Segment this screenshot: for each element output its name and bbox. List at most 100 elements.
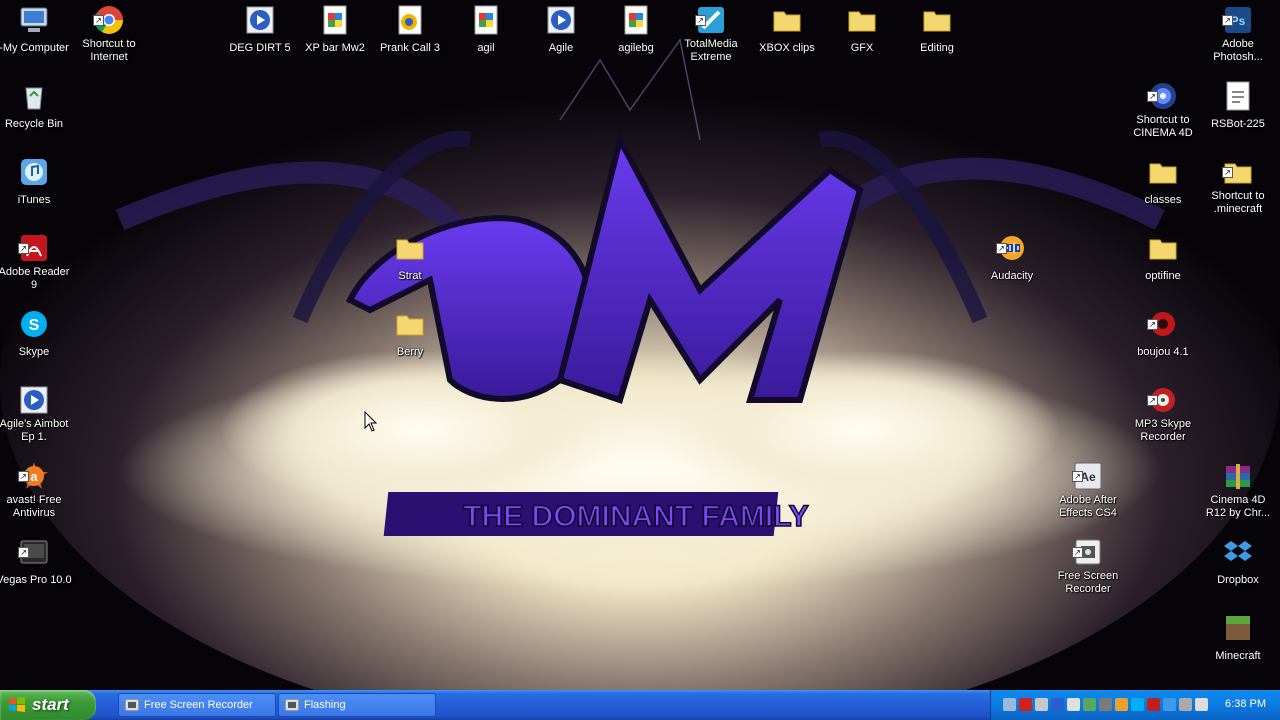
tray-security-icon[interactable] [1179,698,1192,711]
taskbar-button-free-screen-recorder[interactable]: Free Screen Recorder [118,693,276,717]
desktop-icon-label: Agile [548,42,574,54]
taskbar-button-label: Flashing [304,699,346,711]
taskbar-button-label: Free Screen Recorder [144,699,253,711]
media-player-icon [547,6,575,34]
desktop-icon-label: DEG DIRT 5 [229,42,291,54]
dropbox-icon [1224,541,1252,561]
desktop-icon-label: MP3 Skype Recorder [1134,418,1192,443]
tray-update-icon[interactable] [1083,698,1096,711]
start-button[interactable]: start [0,690,96,720]
tray-adobe-icon[interactable] [1019,698,1032,711]
shortcut-arrow-icon: ↗ [1147,319,1158,330]
desktop-icon-label: Skype [18,346,50,358]
desktop-icon-label: Berry [396,346,424,358]
shortcut-arrow-icon: ↗ [695,15,706,26]
desktop-icon-classes[interactable]: classes [1125,156,1201,208]
desktop-icon-label: Shortcut to CINEMA 4D [1133,114,1193,139]
tray-display-icon[interactable] [1067,698,1080,711]
desktop-icon-label: iTunes [17,194,51,206]
desktop-icon-xbox-clips[interactable]: XBOX clips [749,4,825,56]
taskbar-button-flashing[interactable]: Flashing [278,693,436,717]
desktop-icon-label: Shortcut to Internet [82,38,136,63]
desktop-icon-label: TotalMedia Extreme [684,38,738,63]
desktop-icon-label: -My Computer [0,42,69,54]
media-player-icon [246,6,274,34]
paint-image-icon [474,5,498,35]
tray-bluetooth-icon[interactable] [1051,698,1064,711]
desktop-icon-label: GFX [850,42,874,54]
desktop-icon-berry[interactable]: Berry [372,308,448,360]
desktop-icon-label: agilebg [618,42,654,54]
desktop-icon-label: Recycle Bin [4,118,64,130]
media-player-icon [20,386,48,414]
tray-volume-icon[interactable] [1195,698,1208,711]
tray-dropbox-icon[interactable] [1163,698,1176,711]
desktop-icon-mp3-skype-recorder[interactable]: MP3 Skype Recorder ↗ [1125,384,1201,445]
desktop-icon-boujou[interactable]: boujou 4.1 ↗ [1125,308,1201,360]
taskbar: start Free Screen Recorder Flashing 6:38… [0,690,1280,720]
desktop-icon-label: boujou 4.1 [1137,346,1189,358]
folder-icon [923,11,951,32]
desktop-icon-label: Minecraft [1215,650,1261,662]
desktop-icon-agil[interactable]: agil [448,4,524,56]
desktop-icon-shortcut-to-cinema-4d[interactable]: Shortcut to CINEMA 4D ↗ [1125,80,1201,141]
desktop-icon-label: Adobe Photosh... [1213,38,1263,63]
desktop-icon-itunes[interactable]: iTunes [0,156,72,208]
tray-recorder-icon[interactable] [1147,698,1160,711]
tray-network-icon[interactable] [1003,698,1016,711]
desktop-icon-free-screen-recorder[interactable]: Free Screen Recorder ↗ [1050,536,1126,597]
desktop-icon-shortcut-to-minecraft[interactable]: Shortcut to .minecraft ↗ [1200,156,1276,217]
desktop-icon-recycle-bin[interactable]: Recycle Bin [0,80,72,132]
desktop-icon-avast[interactable]: a avast! Free Antivirus ↗ [0,460,72,521]
wallpaper-banner-text: THE DOMINANT FAMILY [463,500,809,533]
mouse-pointer-icon [364,411,378,432]
tray-usb-icon[interactable] [1035,698,1048,711]
desktop-icon-label: agil [477,42,495,54]
desktop-icon-adobe-photoshop[interactable]: Ps Adobe Photosh... ↗ [1200,4,1276,65]
desktop-icon-adobe-reader-9[interactable]: Adobe Reader 9 ↗ [0,232,72,293]
shortcut-arrow-icon: ↗ [1147,91,1158,102]
shortcut-arrow-icon: ↗ [93,15,104,26]
screen-recorder-icon [285,699,299,711]
shortcut-arrow-icon: ↗ [18,547,29,558]
desktop-icon-deg-dirt-5[interactable]: DEG DIRT 5 [222,4,298,56]
desktop-icon-optifine[interactable]: optifine [1125,232,1201,284]
desktop-icon-cinema-4d-r12[interactable]: Cinema 4D R12 by Chr... [1200,460,1276,521]
desktop-icon-xp-bar-mw2[interactable]: XP bar Mw2 [297,4,373,56]
desktop-icon-vegas-pro[interactable]: Vegas Pro 10.0 ↗ [0,536,72,588]
screen-recorder-icon [125,699,139,711]
desktop-icon-strat[interactable]: Strat [372,232,448,284]
clock[interactable]: 6:38 PM [1225,698,1266,710]
desktop-icon-label: Strat [398,270,422,282]
desktop-icon-shortcut-to-internet[interactable]: Shortcut to Internet ↗ [71,4,147,65]
minecraft-icon [1226,616,1250,640]
shortcut-arrow-icon: ↗ [996,243,1007,254]
tray-skype-icon[interactable] [1131,698,1144,711]
desktop-icon-minecraft[interactable]: Minecraft [1200,612,1276,664]
tray-device-icon[interactable] [1099,698,1112,711]
desktop-icon-label: Adobe After Effects CS4 [1059,494,1117,519]
desktop-icon-agiles-aimbot[interactable]: Agile's Aimbot Ep 1. [0,384,72,445]
folder-icon [1149,163,1177,184]
desktop[interactable]: THE DOMINANT FAMILY -My Computer Shortcu… [0,0,1280,690]
desktop-icon-gfx[interactable]: GFX [824,4,900,56]
desktop-icon-rsbot-225[interactable]: RSBot-225 [1200,80,1276,132]
desktop-icon-adobe-after-effects[interactable]: Ae Adobe After Effects CS4 ↗ [1050,460,1126,521]
desktop-icon-editing[interactable]: Editing [899,4,975,56]
desktop-icon-skype[interactable]: S Skype [0,308,72,360]
desktop-icon-dropbox[interactable]: Dropbox [1200,536,1276,588]
paint-image-icon [323,5,347,35]
shortcut-arrow-icon: ↗ [18,243,29,254]
skype-icon: S [21,311,47,337]
desktop-icon-my-computer[interactable]: -My Computer [0,4,72,56]
desktop-icon-agilebg[interactable]: agilebg [598,4,674,56]
desktop-icon-totalmedia-extreme[interactable]: TotalMedia Extreme ↗ [673,4,749,65]
desktop-icon-label: Adobe Reader 9 [0,266,70,291]
desktop-icon-agile[interactable]: Agile [523,4,599,56]
desktop-icon-audacity[interactable]: Audacity ↗ [974,232,1050,284]
desktop-icon-label: RSBot-225 [1211,118,1265,130]
shortcut-arrow-icon: ↗ [1222,167,1233,178]
desktop-icon-label: Free Screen Recorder [1057,570,1119,595]
tray-avast-icon[interactable] [1115,698,1128,711]
desktop-icon-prank-call-3[interactable]: Prank Call 3 [372,4,448,56]
